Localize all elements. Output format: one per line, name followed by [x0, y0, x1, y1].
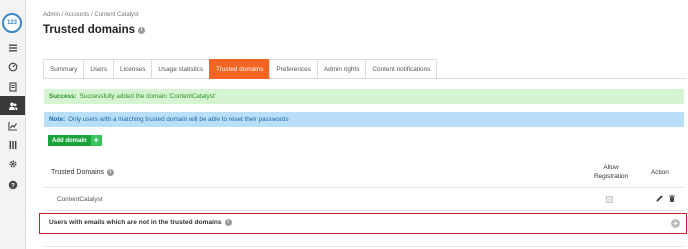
- tab-trusted-domains[interactable]: Trusted domains: [209, 59, 271, 79]
- library-icon: [9, 140, 16, 149]
- logo-text: 123: [6, 20, 17, 26]
- plus-icon: +: [90, 135, 102, 146]
- chart-icon: [7, 121, 17, 131]
- gauge-icon: [8, 62, 17, 71]
- sidebar-item-accounts[interactable]: [0, 96, 25, 115]
- sidebar: 123 ?: [0, 0, 26, 249]
- gear-icon: [9, 160, 16, 167]
- sidebar-item-help[interactable]: ?: [0, 175, 25, 194]
- sidebar-item-documents[interactable]: [0, 77, 25, 96]
- info-message: Only users with a matching trusted domai…: [68, 116, 289, 123]
- tab-users[interactable]: Users: [83, 59, 115, 78]
- success-message: Successfully added the domain 'ContentCa…: [79, 93, 216, 100]
- info-icon[interactable]: i: [224, 219, 232, 226]
- tab-content-notifications[interactable]: Content notifications: [365, 59, 438, 78]
- pencil-icon[interactable]: [655, 194, 664, 203]
- allow-label-line2: Registration: [594, 173, 629, 180]
- divider: [44, 246, 684, 247]
- info-icon[interactable]: i: [138, 26, 146, 34]
- expand-plus-icon[interactable]: +: [671, 219, 680, 228]
- trash-icon[interactable]: [668, 194, 676, 203]
- tab-usage-statistics[interactable]: Usage statistics: [151, 59, 211, 78]
- info-icon[interactable]: i: [107, 169, 115, 176]
- sidebar-item-statistics[interactable]: [0, 116, 25, 135]
- tab-preferences[interactable]: Preferences: [269, 59, 318, 78]
- allow-registration-checkbox[interactable]: ✓: [606, 196, 613, 203]
- untrusted-users-section[interactable]: Users with emails which are not in the t…: [39, 213, 687, 234]
- sidebar-item-settings[interactable]: [0, 154, 25, 173]
- sidebar-item-library[interactable]: [0, 135, 25, 154]
- column-header-trusted-domains: Trusted Domains i: [51, 169, 115, 176]
- users-icon: [8, 102, 17, 110]
- domain-name: ContentCatalyst: [57, 196, 103, 203]
- list-icon: [8, 44, 17, 51]
- info-label: Note:: [49, 116, 66, 123]
- tab-bar: Summary Users Licenses Usage statistics …: [43, 59, 686, 79]
- page-title-text: Trusted domains: [43, 24, 136, 36]
- success-label: Success:: [49, 93, 77, 100]
- domains-table-header: Trusted Domains i Allow Registration Act…: [44, 154, 684, 188]
- tab-admin-rights[interactable]: Admin rights: [316, 59, 367, 78]
- breadcrumb[interactable]: Admin / Accounts / Content Catalyst: [43, 12, 139, 18]
- sidebar-item-dashboard[interactable]: [0, 57, 25, 76]
- allow-label-line1: Allow: [603, 164, 619, 171]
- column-header-trusted-domains-label: Trusted Domains: [51, 169, 105, 176]
- sidebar-item-list[interactable]: [0, 38, 25, 57]
- add-domain-button[interactable]: Add domain +: [48, 135, 102, 146]
- tab-summary[interactable]: Summary: [43, 59, 85, 78]
- page-title: Trusted domains i: [43, 24, 146, 36]
- success-alert: Success: Successfully added the domain '…: [44, 89, 684, 104]
- section-title-text: Users with emails which are not in the t…: [49, 219, 222, 226]
- section-title: Users with emails which are not in the t…: [49, 219, 232, 226]
- svg-text:?: ?: [11, 182, 15, 189]
- info-alert: Note: Only users with a matching trusted…: [44, 112, 684, 127]
- table-row: ContentCatalyst ✓: [44, 189, 684, 211]
- column-header-action: Action: [651, 169, 669, 176]
- tab-licenses[interactable]: Licenses: [113, 59, 153, 78]
- add-domain-label: Add domain: [52, 137, 87, 144]
- help-icon: ?: [8, 180, 17, 189]
- document-icon: [8, 81, 17, 92]
- column-header-allow-registration: Allow Registration: [594, 163, 628, 181]
- app-logo[interactable]: 123: [2, 13, 22, 33]
